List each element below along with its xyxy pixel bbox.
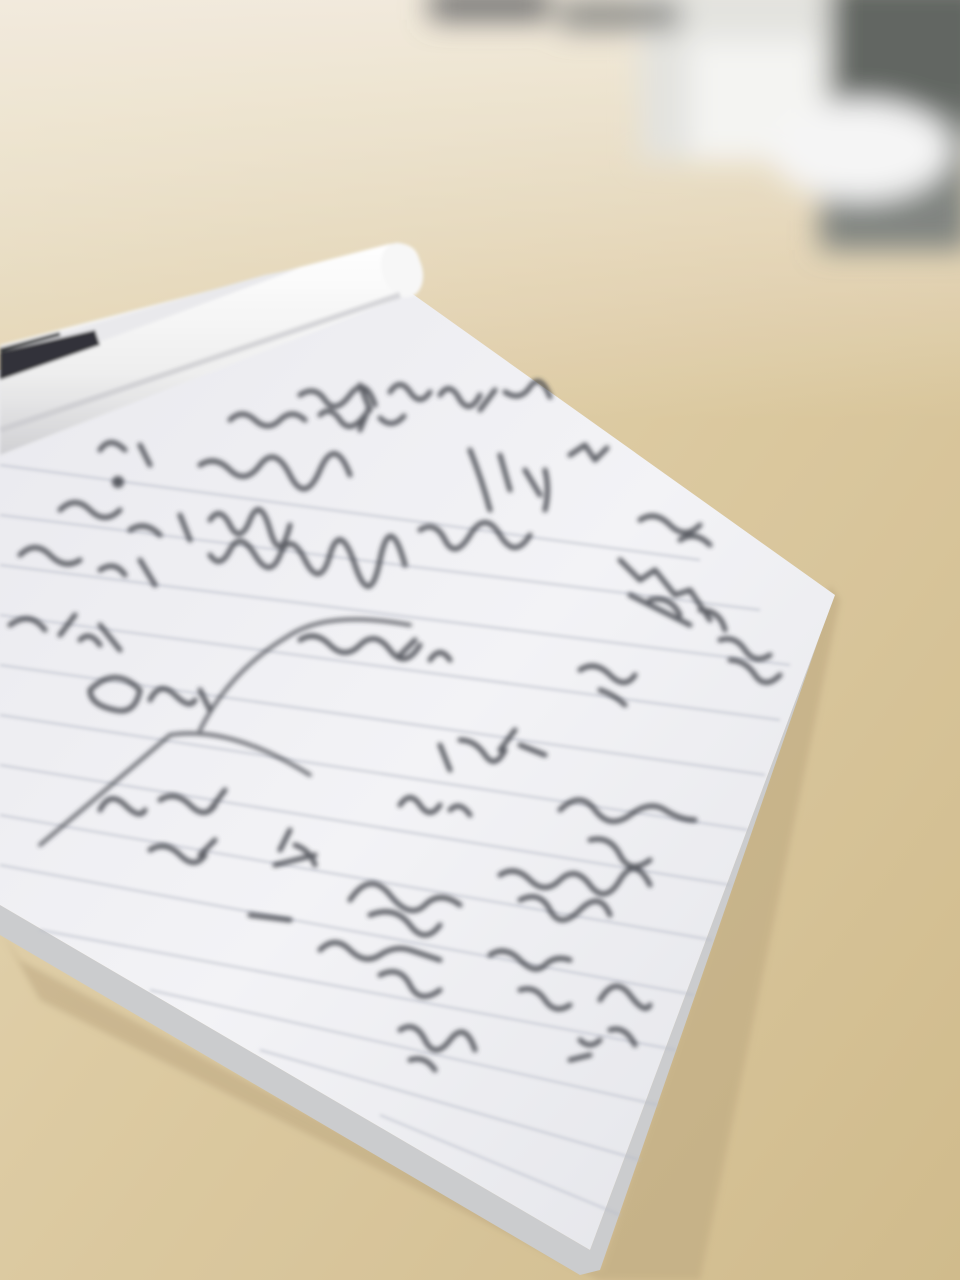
- blur-overlay: [0, 0, 960, 1280]
- photo-illustration: [0, 0, 960, 1280]
- photo-scene: [0, 0, 960, 1280]
